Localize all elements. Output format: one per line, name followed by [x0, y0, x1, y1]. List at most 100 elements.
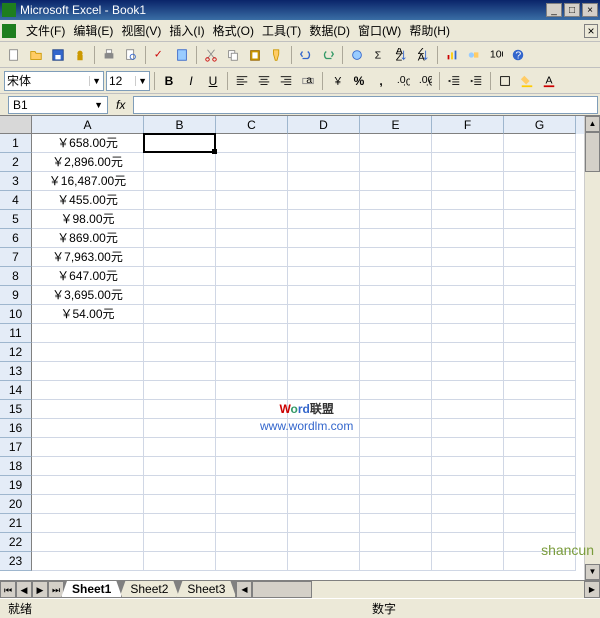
menu-file[interactable]: 文件(F) — [22, 20, 69, 41]
cell[interactable] — [216, 419, 288, 438]
cell[interactable] — [432, 419, 504, 438]
cell[interactable] — [216, 134, 288, 153]
cell[interactable] — [144, 552, 216, 571]
cell[interactable] — [360, 438, 432, 457]
cell[interactable] — [432, 210, 504, 229]
row-header[interactable]: 1 — [0, 134, 32, 153]
cell[interactable] — [288, 324, 360, 343]
cells-area[interactable]: ￥658.00元￥2,896.00元￥16,487.00元￥455.00元￥98… — [32, 134, 584, 580]
cell[interactable] — [432, 495, 504, 514]
cell[interactable] — [32, 514, 144, 533]
cell[interactable] — [216, 324, 288, 343]
percent-icon[interactable]: % — [349, 71, 369, 91]
cell[interactable] — [360, 324, 432, 343]
cell[interactable] — [144, 229, 216, 248]
cell[interactable] — [216, 362, 288, 381]
cell[interactable] — [32, 324, 144, 343]
column-header[interactable]: G — [504, 116, 576, 134]
cell[interactable] — [360, 457, 432, 476]
row-header[interactable]: 4 — [0, 191, 32, 210]
spell-icon[interactable]: ✓ — [150, 45, 170, 65]
row-header[interactable]: 14 — [0, 381, 32, 400]
scroll-right-icon[interactable]: ▶ — [584, 581, 600, 598]
cell[interactable] — [504, 419, 576, 438]
row-header[interactable]: 10 — [0, 305, 32, 324]
cell[interactable] — [504, 343, 576, 362]
cell[interactable] — [144, 172, 216, 191]
cell[interactable] — [144, 134, 216, 153]
row-header[interactable]: 21 — [0, 514, 32, 533]
cell[interactable] — [144, 438, 216, 457]
cell[interactable] — [504, 514, 576, 533]
cell[interactable] — [288, 286, 360, 305]
cell[interactable]: ￥3,695.00元 — [32, 286, 144, 305]
permission-icon[interactable] — [70, 45, 90, 65]
cell[interactable] — [504, 210, 576, 229]
cell[interactable] — [216, 400, 288, 419]
font-size-combo[interactable]: 12 ▼ — [106, 71, 150, 91]
cell[interactable] — [504, 457, 576, 476]
cell[interactable] — [360, 305, 432, 324]
cell[interactable] — [360, 495, 432, 514]
cell[interactable] — [144, 248, 216, 267]
hyperlink-icon[interactable] — [347, 45, 367, 65]
cell[interactable] — [360, 191, 432, 210]
close-button[interactable]: × — [582, 3, 598, 17]
cell[interactable] — [216, 172, 288, 191]
borders-icon[interactable] — [495, 71, 515, 91]
cell[interactable] — [288, 438, 360, 457]
research-icon[interactable] — [172, 45, 192, 65]
cell[interactable] — [216, 533, 288, 552]
menu-view[interactable]: 视图(V) — [117, 20, 165, 41]
cell[interactable] — [432, 381, 504, 400]
cell[interactable] — [32, 438, 144, 457]
cell[interactable] — [432, 400, 504, 419]
name-box[interactable]: B1 ▼ — [8, 96, 108, 114]
cell[interactable] — [216, 229, 288, 248]
cell[interactable] — [288, 153, 360, 172]
comma-icon[interactable]: , — [371, 71, 391, 91]
cell[interactable] — [360, 400, 432, 419]
column-header[interactable]: D — [288, 116, 360, 134]
cell[interactable] — [144, 457, 216, 476]
cell[interactable] — [216, 343, 288, 362]
cell[interactable] — [432, 305, 504, 324]
merge-icon[interactable]: a — [298, 71, 318, 91]
cell[interactable] — [432, 476, 504, 495]
cell[interactable] — [288, 495, 360, 514]
cell[interactable] — [432, 248, 504, 267]
row-header[interactable]: 22 — [0, 533, 32, 552]
cell[interactable] — [504, 305, 576, 324]
cell[interactable] — [32, 495, 144, 514]
increase-decimal-icon[interactable]: .0.00 — [393, 71, 413, 91]
decrease-decimal-icon[interactable]: .00.0 — [415, 71, 435, 91]
cell[interactable] — [432, 172, 504, 191]
vertical-scrollbar[interactable]: ▲ ▼ — [584, 116, 600, 580]
menu-format[interactable]: 格式(O) — [209, 20, 258, 41]
row-header[interactable]: 6 — [0, 229, 32, 248]
cell[interactable] — [288, 552, 360, 571]
cell[interactable] — [504, 324, 576, 343]
cell[interactable] — [432, 267, 504, 286]
cell[interactable] — [504, 381, 576, 400]
row-header[interactable]: 18 — [0, 457, 32, 476]
cell[interactable] — [144, 400, 216, 419]
cell[interactable] — [432, 324, 504, 343]
cell[interactable] — [432, 286, 504, 305]
cell[interactable] — [144, 514, 216, 533]
horizontal-scrollbar[interactable]: ◀ ▶ — [236, 581, 600, 598]
cell[interactable] — [144, 343, 216, 362]
cell[interactable] — [32, 419, 144, 438]
cell[interactable] — [288, 533, 360, 552]
row-header[interactable]: 9 — [0, 286, 32, 305]
cell[interactable]: ￥658.00元 — [32, 134, 144, 153]
print-icon[interactable] — [99, 45, 119, 65]
row-header[interactable]: 3 — [0, 172, 32, 191]
row-header[interactable]: 16 — [0, 419, 32, 438]
cell[interactable] — [360, 362, 432, 381]
cell[interactable] — [360, 248, 432, 267]
cell[interactable]: ￥54.00元 — [32, 305, 144, 324]
cell[interactable] — [360, 229, 432, 248]
row-header[interactable]: 2 — [0, 153, 32, 172]
cell[interactable] — [504, 286, 576, 305]
